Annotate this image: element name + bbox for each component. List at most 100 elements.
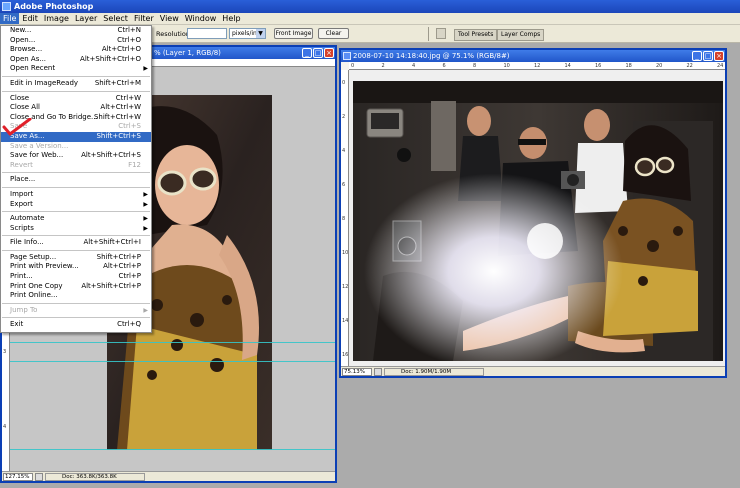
- canvas-area[interactable]: [349, 70, 725, 366]
- doc-size-info[interactable]: Doc: 1.90M/1.90M: [384, 368, 484, 376]
- menu-help[interactable]: Help: [219, 13, 243, 24]
- menu-select[interactable]: Select: [100, 13, 131, 24]
- menu-item-scripts[interactable]: Scripts ▶: [1, 224, 151, 234]
- maximize-icon[interactable]: □: [313, 48, 323, 58]
- menu-item-browse[interactable]: Browse... Alt+Ctrl+O: [1, 45, 151, 55]
- tab-layer-comps[interactable]: Layer Comps: [497, 29, 545, 41]
- menu-item-close-all[interactable]: Close All Alt+Ctrl+W: [1, 103, 151, 113]
- app-titlebar: Adobe Photoshop: [0, 0, 740, 13]
- submenu-arrow-icon: ▶: [143, 215, 148, 223]
- menu-item-page-setup[interactable]: Page Setup... Shift+Ctrl+P: [1, 253, 151, 263]
- app-title: Adobe Photoshop: [14, 2, 94, 11]
- guide-line[interactable]: [10, 342, 335, 343]
- menubar: File Edit Image Layer Select Filter View Window…: [0, 13, 740, 25]
- menu-item-print-with-preview[interactable]: Print with Preview... Alt+Ctrl+P: [1, 262, 151, 272]
- menu-item-open-recent[interactable]: Open Recent ▶: [1, 64, 151, 74]
- menu-item-label: Page Setup...: [10, 252, 57, 261]
- menu-item-import[interactable]: Import ▶: [1, 190, 151, 200]
- menu-separator: [2, 211, 150, 213]
- guide-line[interactable]: [10, 449, 335, 450]
- document-title: % (Layer 1, RGB/8): [154, 49, 221, 57]
- minimize-icon[interactable]: _: [692, 51, 702, 61]
- menu-item-export[interactable]: Export ▶: [1, 200, 151, 210]
- menu-edit[interactable]: Edit: [19, 13, 41, 24]
- ruler-tick: 10: [342, 250, 349, 256]
- menu-item-jump-to: Jump To ▶: [1, 306, 151, 316]
- menu-item-label: Print One Copy: [10, 281, 63, 290]
- ruler-tick: 20: [656, 63, 663, 69]
- ruler-tick: 16: [342, 352, 349, 358]
- menu-image[interactable]: Image: [41, 13, 72, 24]
- menu-item-shortcut: Shift+Ctrl+W: [93, 112, 141, 121]
- ruler-tick: 22: [686, 63, 693, 69]
- menu-view[interactable]: View: [157, 13, 182, 24]
- menu-item-label: Import: [10, 189, 34, 198]
- ruler-tick: 16: [595, 63, 602, 69]
- zoom-field[interactable]: 127.15%: [3, 473, 33, 481]
- menu-item-shortcut: Ctrl+P: [118, 272, 141, 281]
- menu-filter[interactable]: Filter: [131, 13, 157, 24]
- resolution-input[interactable]: [187, 28, 227, 39]
- close-icon[interactable]: ×: [714, 51, 724, 61]
- menu-separator: [2, 317, 150, 319]
- doc-size-info[interactable]: Doc: 363.8K/363.8K: [45, 473, 145, 481]
- photoshop-icon: [2, 2, 11, 11]
- status-bar: 127.15% Doc: 363.8K/363.8K: [2, 471, 335, 481]
- menu-file[interactable]: File: [0, 13, 20, 24]
- menu-item-shortcut: Alt+Ctrl+P: [103, 262, 141, 271]
- ruler-tick: 8: [473, 63, 477, 69]
- maximize-icon[interactable]: □: [703, 51, 713, 61]
- ruler-tick: 2: [381, 63, 385, 69]
- menu-item-automate[interactable]: Automate ▶: [1, 214, 151, 224]
- guide-line[interactable]: [10, 361, 335, 362]
- submenu-arrow-icon: ▶: [143, 306, 148, 314]
- menu-item-label: Print...: [10, 272, 33, 281]
- divider: [428, 27, 429, 41]
- menu-item-new[interactable]: New... Ctrl+N: [1, 26, 151, 36]
- front-image-button[interactable]: Front Image: [274, 28, 313, 39]
- menu-item-label: Automate: [10, 214, 45, 223]
- menu-item-file-info[interactable]: File Info... Alt+Shift+Ctrl+I: [1, 238, 151, 248]
- document-window-right[interactable]: 2008-07-10 14:18:40.jpg @ 75.1% (RGB/8#)…: [339, 48, 727, 378]
- ruler-tick: 3: [3, 349, 7, 355]
- menu-item-shortcut: Ctrl+N: [117, 26, 141, 34]
- menu-item-edit-in-imageready[interactable]: Edit in ImageReady Shift+Ctrl+M: [1, 79, 151, 89]
- menu-item-shortcut: Ctrl+S: [118, 122, 141, 131]
- document-title-bar[interactable]: 2008-07-10 14:18:40.jpg @ 75.1% (RGB/8#)…: [341, 50, 725, 62]
- zoom-field[interactable]: 75.13%: [342, 368, 372, 376]
- menu-item-print[interactable]: Print... Ctrl+P: [1, 272, 151, 282]
- menu-item-label: Jump To: [10, 305, 38, 314]
- document-title: 2008-07-10 14:18:40.jpg @ 75.1% (RGB/8#): [353, 52, 510, 60]
- file-menu-dropdown: New... Ctrl+N Open... Ctrl+O Browse... Alt+Ct…: [0, 25, 152, 333]
- menu-item-label: Place...: [10, 175, 36, 184]
- menu-window[interactable]: Window: [182, 13, 220, 24]
- clear-button[interactable]: Clear: [318, 28, 349, 39]
- menu-item-save-for-web[interactable]: Save for Web... Alt+Shift+Ctrl+S: [1, 151, 151, 161]
- menu-item-open-as[interactable]: Open As... Alt+Shift+Ctrl+O: [1, 55, 151, 65]
- menu-item-shortcut: Shift+Ctrl+P: [96, 252, 141, 261]
- menu-item-open[interactable]: Open... Ctrl+O: [1, 36, 151, 46]
- menu-item-exit[interactable]: Exit Ctrl+Q: [1, 320, 151, 330]
- palette-well-icon[interactable]: [436, 28, 446, 39]
- menu-item-label: Close: [10, 93, 30, 102]
- menu-layer[interactable]: Layer: [72, 13, 100, 24]
- menu-item-shortcut: Alt+Ctrl+W: [100, 103, 141, 112]
- status-icon[interactable]: [374, 368, 382, 376]
- menu-item-shortcut: Ctrl+Q: [117, 320, 141, 329]
- vertical-ruler: 0 2 4 6 8 10 12 14 16: [341, 70, 349, 366]
- units-select[interactable]: pixels/inch ▼: [229, 28, 266, 39]
- menu-item-print-one-copy[interactable]: Print One Copy Alt+Shift+Ctrl+P: [1, 282, 151, 292]
- status-icon[interactable]: [35, 473, 43, 481]
- menu-item-label: Export: [10, 199, 33, 208]
- chevron-down-icon: ▼: [256, 29, 265, 38]
- tab-tool-presets[interactable]: Tool Presets: [454, 29, 498, 41]
- menu-item-place[interactable]: Place...: [1, 175, 151, 185]
- minimize-icon[interactable]: _: [302, 48, 312, 58]
- menu-item-label: Save a Version...: [10, 141, 69, 150]
- menu-item-close[interactable]: Close Ctrl+W: [1, 94, 151, 104]
- menu-item-label: Exit: [10, 320, 24, 329]
- close-icon[interactable]: ×: [324, 48, 334, 58]
- menu-item-print-online[interactable]: Print Online...: [1, 291, 151, 301]
- menu-item-label: New...: [10, 26, 32, 34]
- horizontal-ruler: 0 2 4 6 8 10 12 14 16 18 20 22 24: [349, 62, 725, 70]
